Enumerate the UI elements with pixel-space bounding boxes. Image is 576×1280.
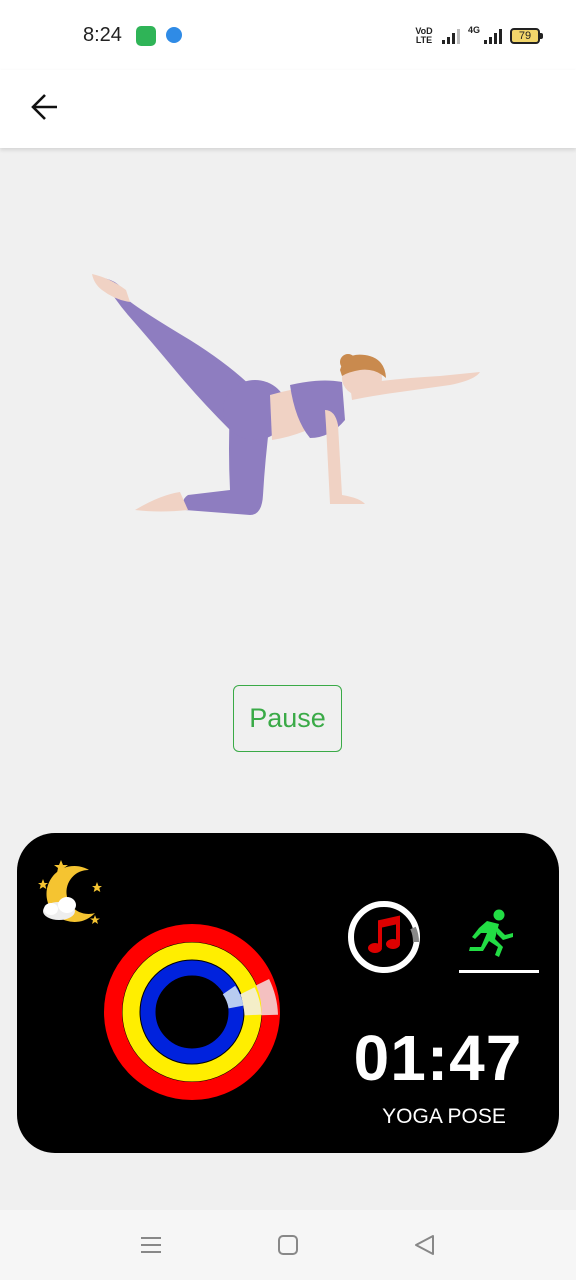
back-nav-button[interactable] [410,1230,440,1260]
app-bar [0,70,576,148]
back-triangle-icon [415,1235,434,1255]
volte-icon: VoD LTE [415,26,433,45]
pause-button[interactable]: Pause [233,685,342,752]
workout-timer: 01:47 [353,1022,523,1094]
menu-icon [141,1237,161,1253]
battery-icon: 79 [510,28,543,44]
pose-label: YOGA POSE [382,1105,506,1128]
status-bar: 8:24 VoD LTE 4G 79 [0,0,576,70]
system-nav-bar [0,1210,576,1280]
running-icon [469,909,513,957]
music-note-icon [348,901,420,973]
signal-icon [441,28,460,44]
status-time: 8:24 [83,24,122,46]
status-indicators: VoD LTE 4G 79 [414,25,543,47]
menu-nav-button[interactable] [136,1230,166,1260]
activity-rings [104,924,280,1100]
yoga-pose-illustration [92,274,480,515]
signal-4g-icon [484,28,502,44]
arrow-left-icon [31,94,57,120]
app-notification-icon [136,26,156,46]
running-tab-indicator [459,970,539,973]
workout-dashboard: 01:47 YOGA POSE [17,833,559,1153]
home-nav-button[interactable] [273,1230,303,1260]
music-button[interactable] [347,900,421,974]
home-icon [278,1235,298,1255]
running-button[interactable] [461,907,517,963]
back-button[interactable] [22,84,68,130]
browser-notification-icon [166,27,182,43]
moon-stars-icon [38,860,102,924]
signal-4g-label: 4G [467,25,480,35]
battery-level: 79 [518,30,532,42]
